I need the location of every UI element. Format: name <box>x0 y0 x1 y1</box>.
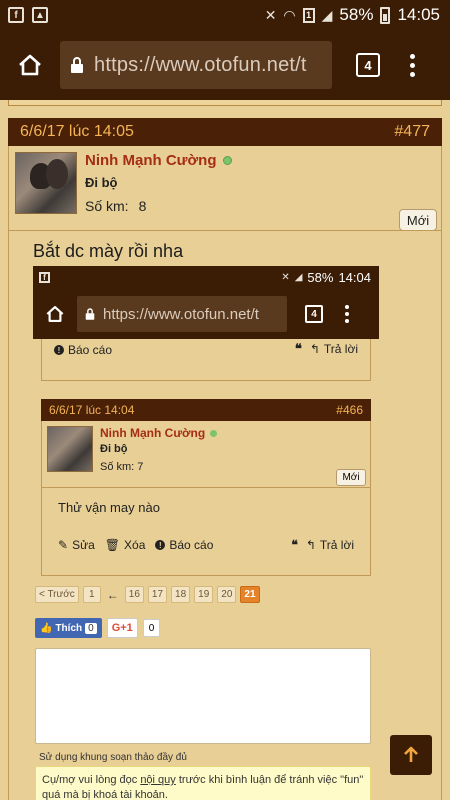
new-badge: Mới <box>399 209 437 231</box>
rules-notice: Cụ/mợ vui lòng đọc nội quy trước khi bìn… <box>35 766 371 800</box>
gallery-notification-icon: ▲ <box>32 7 48 23</box>
reply-label: Trả lời <box>323 342 358 356</box>
avatar[interactable] <box>15 152 77 214</box>
report-icon: ! <box>155 540 166 550</box>
km-label: Số km: <box>85 198 129 214</box>
like-count: 0 <box>85 622 97 634</box>
signal-icon: ◢ <box>321 6 333 23</box>
report-label: Báo cáo <box>68 343 113 357</box>
notice-text: Cụ/mợ vui lòng đọc <box>42 774 141 786</box>
wifi-icon: ◠ <box>283 6 296 23</box>
page-item: 18 <box>171 586 191 603</box>
browser-toolbar: https://www.otofun.net/t 4 <box>0 30 450 100</box>
rules-link: nội quy <box>140 774 176 786</box>
online-status-icon <box>222 156 232 165</box>
page-item: 16 <box>124 586 144 603</box>
screenshot-status-bar: f ✕ ◢ 58% 14:04 <box>33 266 379 289</box>
google-plus-button: G+1 <box>106 618 138 638</box>
battery-percent: 58% <box>339 5 374 24</box>
status-bar: f ▲ ✕ ◠ 1 ◢ 58% 14:05 <box>0 0 450 30</box>
post-message: Bắt dc mày rồi nha <box>33 241 184 261</box>
online-status-icon <box>210 429 218 437</box>
page-jump-arrow: ← <box>106 587 119 602</box>
reply-editor <box>35 648 371 744</box>
page-item: 20 <box>217 586 237 603</box>
clock: 14:05 <box>397 5 440 24</box>
divider <box>42 487 370 488</box>
screenshot-post: Ninh Mạnh Cường Đi bộ Số km: 7 Mới Thử v… <box>41 421 371 576</box>
scroll-to-top-button[interactable] <box>390 735 432 775</box>
reply-icon: ↰ <box>305 538 316 552</box>
post-number: #466 <box>336 403 363 417</box>
like-label: Thích <box>55 622 83 634</box>
username-link[interactable]: Ninh Mạnh Cường <box>85 152 217 169</box>
trash-icon: 🗑 <box>104 538 121 552</box>
page-item: 17 <box>147 586 168 603</box>
new-badge: Mới <box>336 469 366 486</box>
screenshot-post-header: 6/6/17 lúc 14:04 #466 <box>41 399 371 421</box>
lock-icon <box>85 308 95 320</box>
page-current: 21 <box>240 586 260 603</box>
reply-label: Trả lời <box>319 538 354 552</box>
url-bar[interactable]: https://www.otofun.net/t <box>60 41 332 89</box>
previous-post: ! Báo cáo ❝ ↰ Trả lời <box>41 339 371 381</box>
full-editor-link: Sử dụng khung soạn thảo đầy đủ <box>39 752 187 763</box>
post-date: 6/6/17 lúc 14:04 <box>49 403 135 417</box>
quote-icon: ❝ <box>291 538 298 552</box>
pencil-icon: ✎ <box>58 538 69 552</box>
url-text: https://www.otofun.net/t <box>103 305 259 323</box>
quote-icon: ❝ <box>294 341 302 356</box>
avatar <box>47 426 93 472</box>
post-date: 6/6/17 lúc 14:05 <box>20 123 134 140</box>
divider <box>9 230 441 231</box>
report-label: Báo cáo <box>169 538 214 552</box>
username: Ninh Mạnh Cường <box>100 426 206 440</box>
user-rank: Đi bộ <box>100 443 128 455</box>
page-prev: < Trước <box>35 586 79 603</box>
clock: 14:04 <box>338 270 371 285</box>
home-icon <box>19 54 41 76</box>
report-icon: ! <box>54 345 64 355</box>
home-icon <box>46 306 64 322</box>
km: Số km: 7 <box>100 461 144 473</box>
post-message: Thử vận may nào <box>58 500 160 515</box>
menu-icon <box>345 305 349 323</box>
attached-screenshot[interactable]: f ✕ ◢ 58% 14:04 https://www.otofun.net/t… <box>33 266 379 800</box>
google-plus-count: 0 <box>142 619 161 637</box>
home-button[interactable] <box>0 30 60 100</box>
signal-icon: ◢ <box>294 272 303 283</box>
previous-post-bottom <box>8 100 442 106</box>
tab-count: 4 <box>305 305 323 323</box>
lock-icon <box>71 57 83 73</box>
post-author: Ninh Mạnh Cường Đi bộ Số km: 8 <box>15 152 232 214</box>
mute-icon: ✕ <box>281 272 290 283</box>
social-buttons: 👍 Thích 0 G+1 0 <box>35 618 161 638</box>
sim-icon: 1 <box>302 7 315 23</box>
url-text: https://www.otofun.net/t <box>94 53 307 76</box>
arrow-up-icon <box>404 746 418 762</box>
edit-label: Sửa <box>72 538 95 552</box>
facebook-notification-icon: f <box>8 7 24 23</box>
screenshot-browser-toolbar: https://www.otofun.net/t 4 <box>33 289 379 339</box>
battery-icon <box>380 6 391 24</box>
thumbs-up-icon: 👍 <box>40 622 53 634</box>
facebook-notification-icon: f <box>39 272 50 283</box>
post-header: 6/6/17 lúc 14:05 #477 <box>8 118 442 146</box>
mute-icon: ✕ <box>264 6 277 23</box>
page-first: 1 <box>82 586 101 603</box>
page-item: 19 <box>194 586 214 603</box>
post-number-link[interactable]: #477 <box>394 123 430 141</box>
battery-percent: 58% <box>307 270 334 285</box>
pagination: < Trước 1 ← 16 17 18 19 20 21 <box>35 586 260 603</box>
km-value: 8 <box>138 198 147 214</box>
reply-icon: ↰ <box>309 342 320 356</box>
facebook-like-button: 👍 Thích 0 <box>35 618 102 638</box>
post-body: Ninh Mạnh Cường Đi bộ Số km: 8 Mới Bắt d… <box>8 146 442 800</box>
user-rank: Đi bộ <box>85 175 118 190</box>
tab-switcher-button[interactable]: 4 <box>356 53 380 77</box>
delete-label: Xóa <box>124 538 146 552</box>
overflow-menu-button[interactable] <box>410 53 415 77</box>
